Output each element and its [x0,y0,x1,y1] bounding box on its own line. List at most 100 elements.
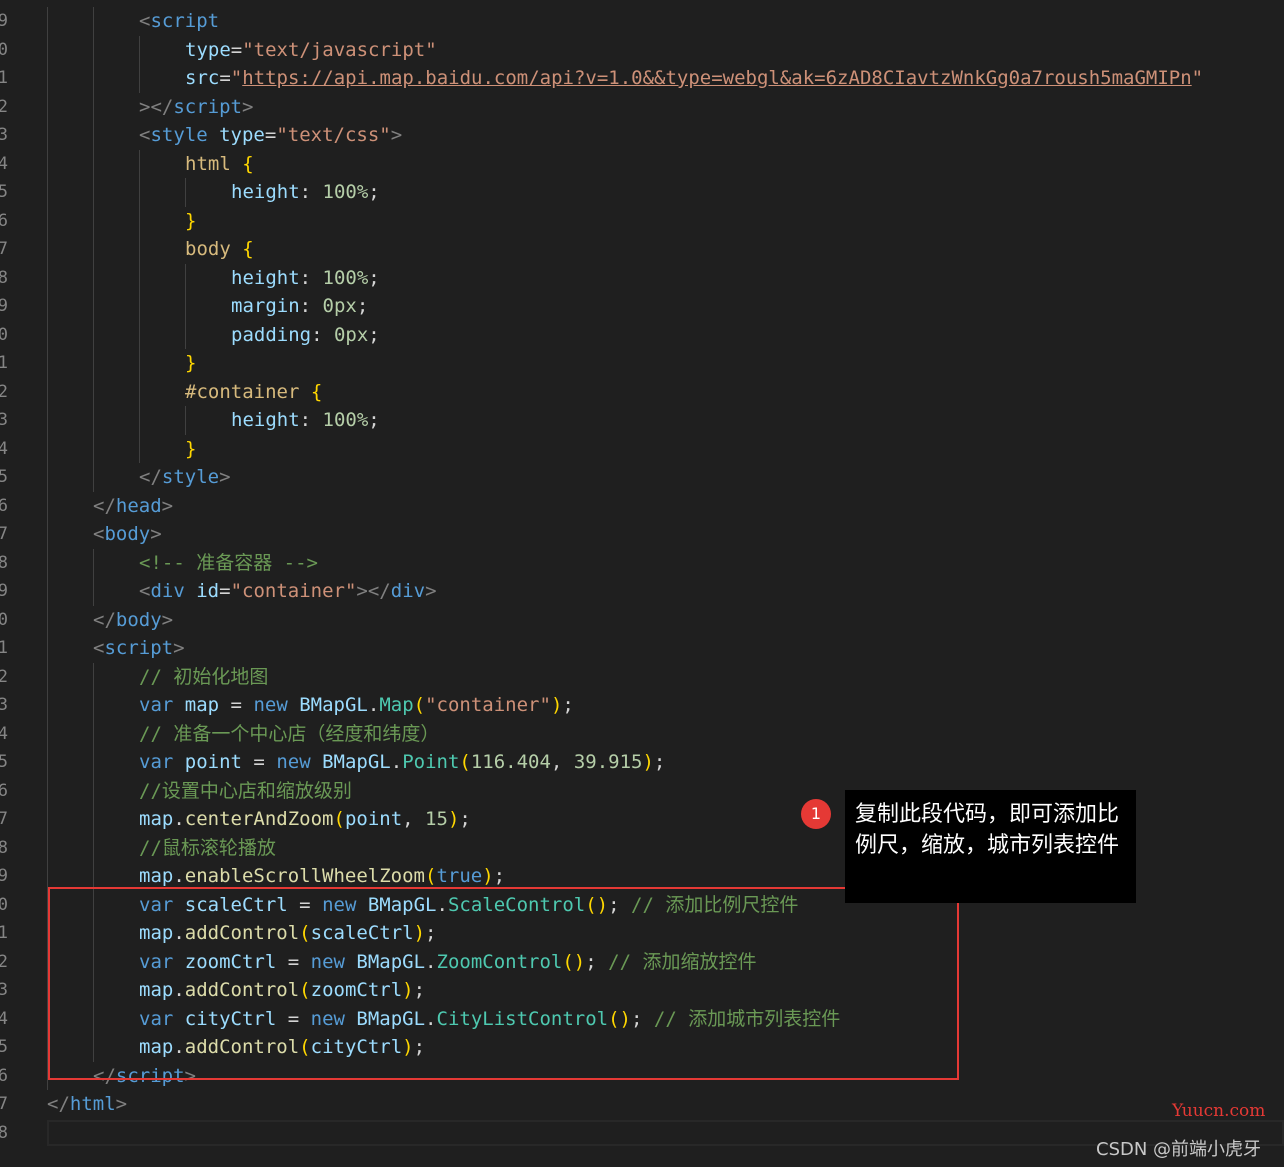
code-content: src="https://api.map.baidu.com/api?v=1.0… [185,64,1203,93]
indent-guide [185,263,186,292]
code-content: //鼠标滚轮播放 [139,834,276,863]
code-editor[interactable]: 9 <script 0 type="text/javascript" 1 src="htt… [0,0,1284,1167]
code-line[interactable]: 2 ></script> [0,92,1284,121]
code-token: ) [447,808,460,830]
code-line[interactable]: 6} [0,206,1284,236]
code-line[interactable]: 2 #container { [0,377,1284,407]
line-number: 9 [0,296,8,316]
line-number: 4 [0,1008,8,1029]
code-line[interactable]: 7 body { [0,235,1284,264]
code-token: true [436,865,483,887]
code-line[interactable]: 3 height: 100%; [0,406,1284,435]
code-token: "text/css" [276,124,391,146]
code-line[interactable]: 3 var map = new BMapGL.Map("container"); [0,691,1284,720]
code-token: centerAndZoom [184,808,334,830]
line-number: 1 [0,353,8,373]
code-line[interactable]: 2 // 初始化地图 [0,662,1284,691]
code-token: < [139,10,151,32]
code-token: BMapGL [299,694,368,716]
code-line[interactable]: 0 padding: 0px; [0,320,1284,350]
code-content: } [185,435,196,464]
code-line[interactable]: 7 <body> [0,520,1284,549]
code-line[interactable]: 1} [0,349,1284,378]
code-token: Map [379,694,414,716]
code-line[interactable]: 6 </head> [0,491,1284,520]
code-content: map.centerAndZoom(point, 15); [139,805,471,834]
code-token: body [104,523,151,545]
code-token: margin [231,295,300,317]
code-token: 39.915 [573,751,643,773]
code-token: ( [413,694,426,716]
code-token: 0px [333,323,369,346]
indent-guide [93,349,94,378]
indent-guide [93,719,94,748]
code-line[interactable]: 8 <!-- 准备容器 --> [0,548,1284,577]
indent-guide [139,235,140,264]
code-token: map [139,808,174,830]
code-token: : [299,266,323,289]
code-token: head [115,494,162,517]
code-token: } [185,352,197,374]
code-token: ; [562,694,574,716]
indent-guide [93,35,94,64]
indent-guide [93,662,94,691]
code-content: <script [139,7,219,36]
line-number: 0 [0,609,8,630]
code-token: ></ [356,580,391,602]
code-line[interactable]: 5 var point = new BMapGL.Point(116.404, 3… [0,748,1284,777]
code-token: https://api.map.baidu.com/api?v=1.0&&typ… [242,67,1192,89]
indent-guide [93,577,94,606]
indent-guide [47,377,48,406]
indent-guide [139,377,140,406]
indent-guide [93,434,94,463]
indent-guide [139,149,140,178]
code-token: </ [93,608,116,631]
code-content: type="text/javascript" [185,36,437,65]
code-line[interactable]: 0 type="text/javascript" [0,35,1284,65]
code-line[interactable]: 9 margin: 0px; [0,292,1284,321]
code-content: } [185,207,196,236]
code-token: : [299,295,323,317]
line-number: 1 [0,638,8,658]
line-number: 6 [0,495,8,516]
code-line[interactable]: 9 <div id="container"></div> [0,577,1284,606]
code-token: { [310,380,323,403]
code-token: < [139,124,151,146]
code-token: style [150,124,208,146]
indent-guide [47,691,48,720]
code-line[interactable]: 4 // 准备一个中心店（经度和纬度） [0,719,1284,748]
annotation-tooltip: 复制此段代码，即可添加比例尺，缩放，城市列表控件 [845,790,1136,903]
code-token: </ [139,466,162,488]
code-content: </body> [93,606,173,635]
code-line[interactable]: 5 height: 100%; [0,178,1284,207]
code-line[interactable]: 1 <script> [0,634,1284,663]
code-token: = [219,67,231,89]
code-line[interactable]: 9 <script [0,7,1284,36]
line-number: 2 [0,96,8,117]
code-token: point [184,751,242,773]
indent-guide [139,206,140,235]
code-token: : [299,181,323,203]
code-token: < [139,580,151,602]
code-line[interactable]: 8 height: 100%; [0,263,1284,292]
code-token: } [185,437,197,460]
code-line[interactable]: 1 src="https://api.map.baidu.com/api?v=1.… [0,64,1284,93]
code-line[interactable]: 0 </body> [0,605,1284,635]
code-token: "text/javascript" [242,38,437,61]
code-line[interactable]: 3 <style type="text/css"> [0,121,1284,150]
code-content: #container { [185,378,322,407]
code-content: padding: 0px; [231,321,380,350]
code-token: height [231,181,300,203]
indent-guide [47,178,48,207]
code-line[interactable]: 4 html { [0,149,1284,178]
code-token: // 准备一个中心店（经度和纬度） [139,722,440,745]
line-number: 0 [0,324,8,345]
indent-guide [47,577,48,606]
code-token: src [185,67,220,89]
code-line[interactable]: 5 </style> [0,463,1284,492]
code-line[interactable]: 4} [0,434,1284,464]
line-number: 7 [0,809,8,829]
code-token: //鼠标滚轮播放 [139,836,276,859]
code-line[interactable]: 7 </html> [0,1090,1284,1119]
indent-guide [47,548,48,577]
